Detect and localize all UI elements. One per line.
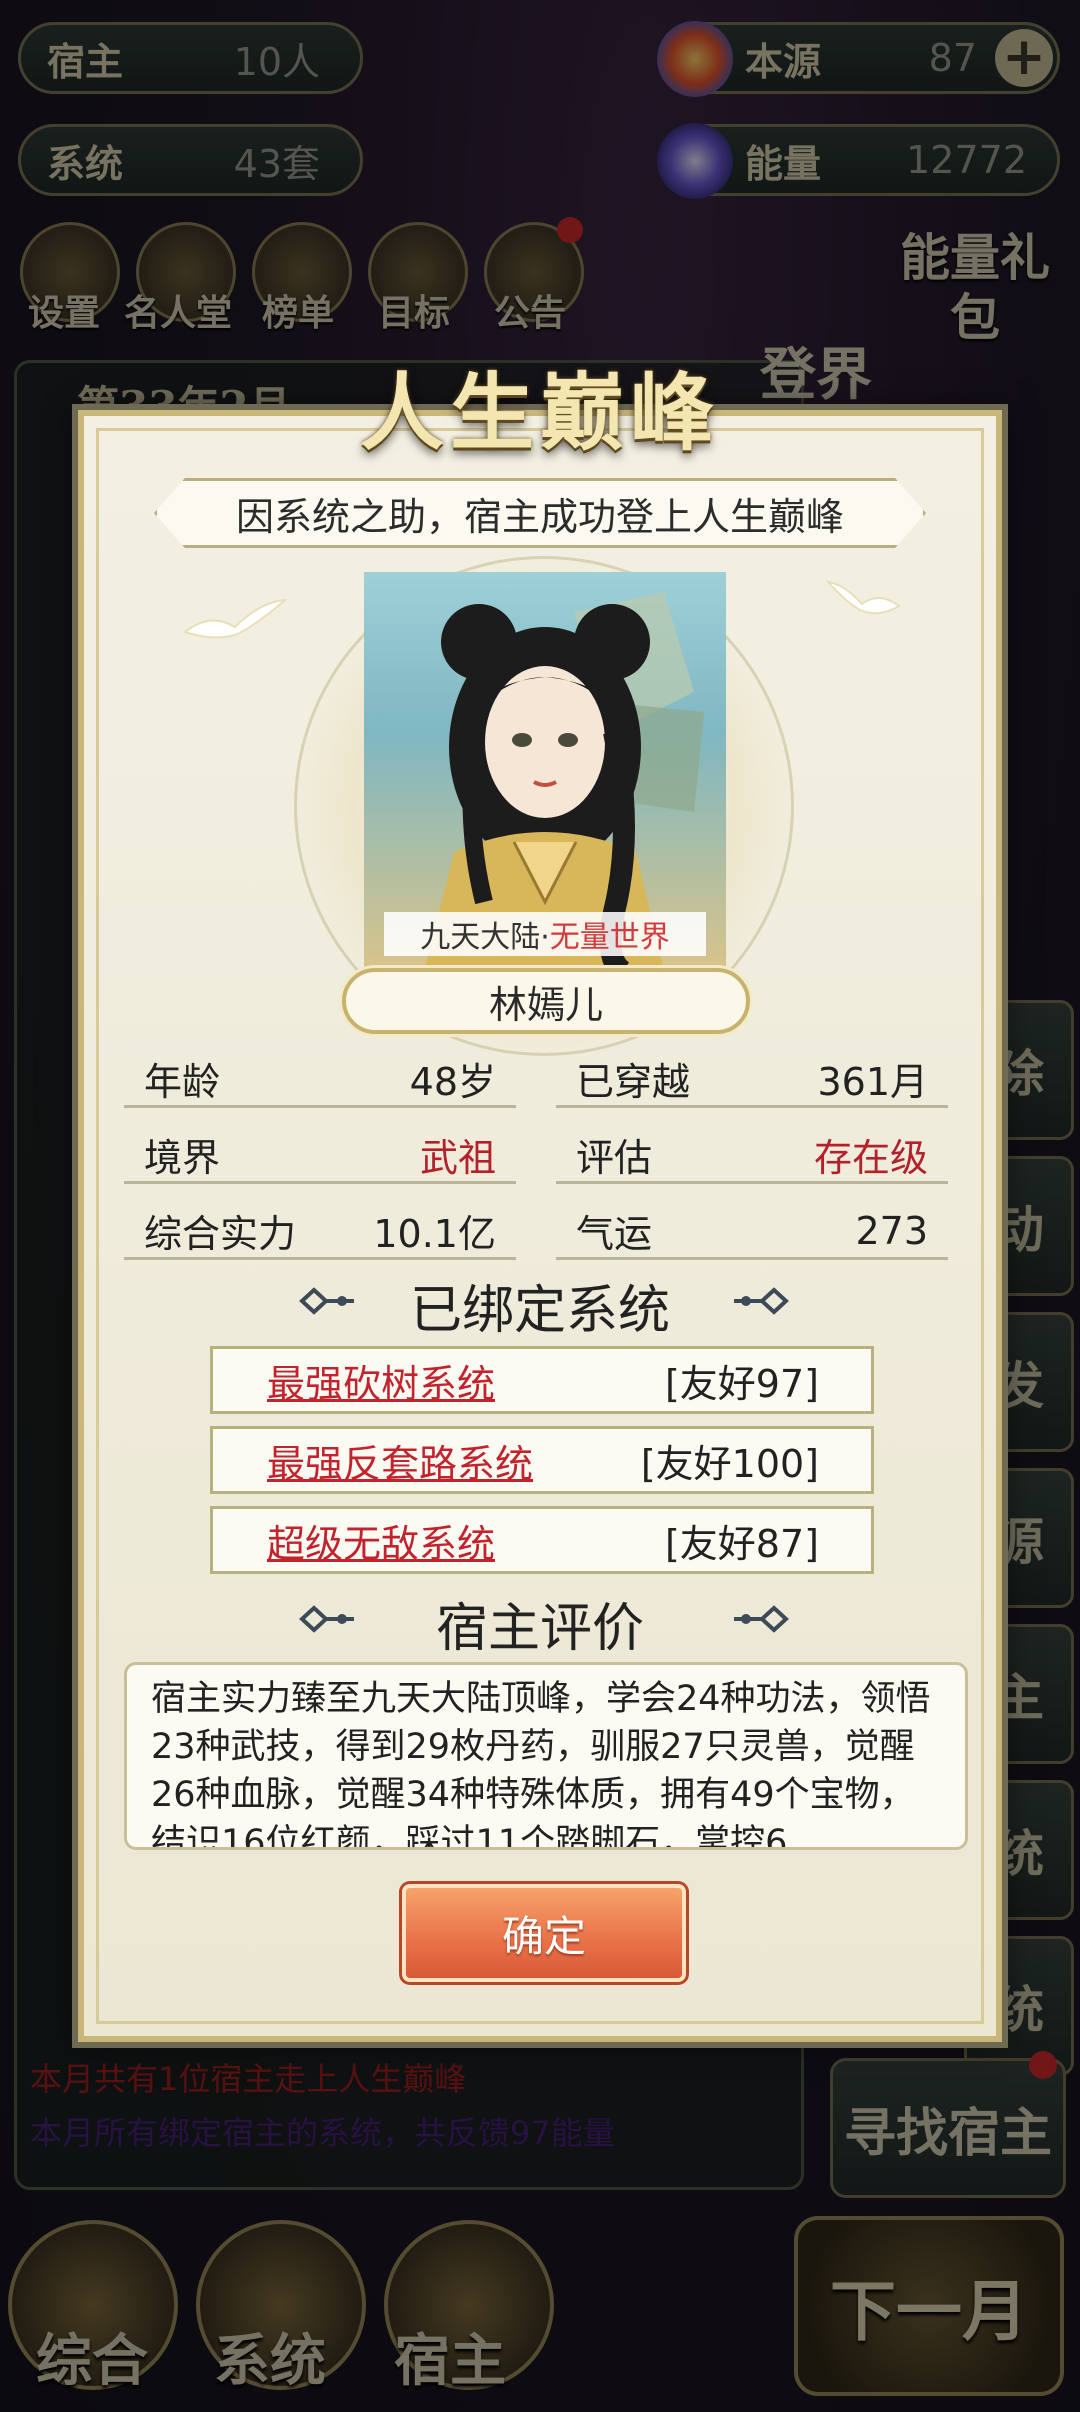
confirm-label: 确定 — [501, 1911, 586, 1961]
stat-traveled-key: 已穿越 — [576, 1060, 691, 1104]
dialog-title: 人生巅峰 — [359, 363, 720, 462]
world-tag: 九天大陆· 无量世界 — [384, 912, 706, 956]
host-name-plate: 林嫣儿 — [342, 968, 750, 1034]
system-link[interactable]: 最强反套路系统 — [267, 1433, 533, 1488]
stat-power-key: 综合实力 — [144, 1212, 297, 1256]
system-friendship: [友好97] — [664, 1361, 819, 1406]
peak-dialog: 人生巅峰 因系统之助，宿主成功登上人生巅峰 九天大陆· 无量世界 林嫣儿 年龄 … — [78, 363, 1002, 2042]
system-link[interactable]: 超级无敌系统 — [267, 1513, 495, 1568]
world-tag-accent: 无量世界 — [549, 920, 670, 955]
host-evaluation-text[interactable]: 宿主实力臻至九天大陆顶峰，学会24种功法，领悟23种武技，得到29枚丹药，驯服2… — [124, 1662, 968, 1850]
system-row[interactable]: 最强反套路系统 [友好100] — [210, 1426, 874, 1494]
stat-age-value: 48岁 — [409, 1060, 496, 1104]
stat-rating-key: 评估 — [576, 1136, 653, 1180]
stat-traveled-value: 361月 — [817, 1060, 928, 1104]
stat-age: 年龄 48岁 — [124, 1052, 516, 1108]
host-name: 林嫣儿 — [488, 982, 603, 1027]
stat-luck-value: 273 — [855, 1208, 928, 1253]
host-evaluation-content: 宿主实力臻至九天大陆顶峰，学会24种功法，领悟23种武技，得到29枚丹药，驯服2… — [151, 1679, 931, 1850]
system-row[interactable]: 最强砍树系统 [友好97] — [210, 1346, 874, 1414]
confirm-button[interactable]: 确定 — [402, 1884, 686, 1982]
swallow-icon — [825, 580, 901, 615]
system-friendship: [友好100] — [640, 1441, 819, 1486]
stat-power-value: 10.1亿 — [373, 1212, 496, 1256]
dialog-subtitle-text: 因系统之助，宿主成功登上人生巅峰 — [235, 494, 844, 539]
stat-luck: 气运 273 — [556, 1204, 948, 1260]
diamond-ornament-right-icon — [734, 1605, 789, 1633]
stat-power: 综合实力 10.1亿 — [124, 1204, 516, 1260]
stat-realm-value: 武祖 — [419, 1136, 496, 1180]
world-tag-prefix: 九天大陆· — [420, 920, 550, 955]
stat-rating-value: 存在级 — [813, 1136, 928, 1180]
host-evaluation-title: 宿主评价 — [435, 1599, 644, 1659]
stat-luck-key: 气运 — [576, 1212, 653, 1256]
stat-realm: 境界 武祖 — [124, 1128, 516, 1184]
stat-rating: 评估 存在级 — [556, 1128, 948, 1184]
system-link[interactable]: 最强砍树系统 — [267, 1353, 495, 1408]
system-friendship: [友好87] — [664, 1521, 819, 1566]
bound-systems-title: 已绑定系统 — [409, 1281, 670, 1341]
system-row[interactable]: 超级无敌系统 [友好87] — [210, 1506, 874, 1574]
stat-age-key: 年龄 — [144, 1060, 221, 1104]
swallow-icon — [182, 598, 288, 639]
dialog-subtitle: 因系统之助，宿主成功登上人生巅峰 — [154, 478, 926, 548]
stat-realm-key: 境界 — [144, 1136, 221, 1180]
stat-traveled: 已穿越 361月 — [556, 1052, 948, 1108]
diamond-ornament-right-icon — [734, 1287, 789, 1315]
